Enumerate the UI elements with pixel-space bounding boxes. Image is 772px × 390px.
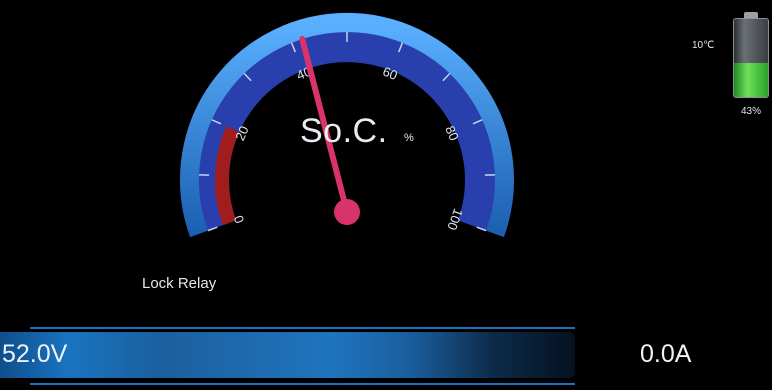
battery-fill bbox=[734, 63, 768, 97]
battery-percent: 43% bbox=[741, 106, 762, 117]
power-bar bbox=[0, 332, 575, 378]
battery-body bbox=[733, 18, 769, 98]
bar-bottom-line bbox=[30, 383, 575, 385]
gauge-needle-hub bbox=[334, 199, 360, 225]
bar-top-line bbox=[30, 327, 575, 329]
gauge-tick-label: 100 bbox=[444, 207, 466, 233]
dashboard-screen: 0 20 40 60 80 100 So.C. % 10℃ 43% Lock Relay … bbox=[0, 0, 772, 390]
current-readout: 0.0A bbox=[640, 340, 692, 368]
voltage-readout: 52.0V bbox=[2, 340, 68, 368]
gauge-red-zone bbox=[214, 126, 240, 226]
battery-temperature: 10℃ bbox=[692, 40, 715, 51]
lock-relay-label: Lock Relay bbox=[142, 275, 217, 292]
gauge-title: So.C. bbox=[300, 112, 388, 150]
gauge-unit: % bbox=[404, 132, 414, 144]
battery-icon bbox=[733, 12, 769, 98]
